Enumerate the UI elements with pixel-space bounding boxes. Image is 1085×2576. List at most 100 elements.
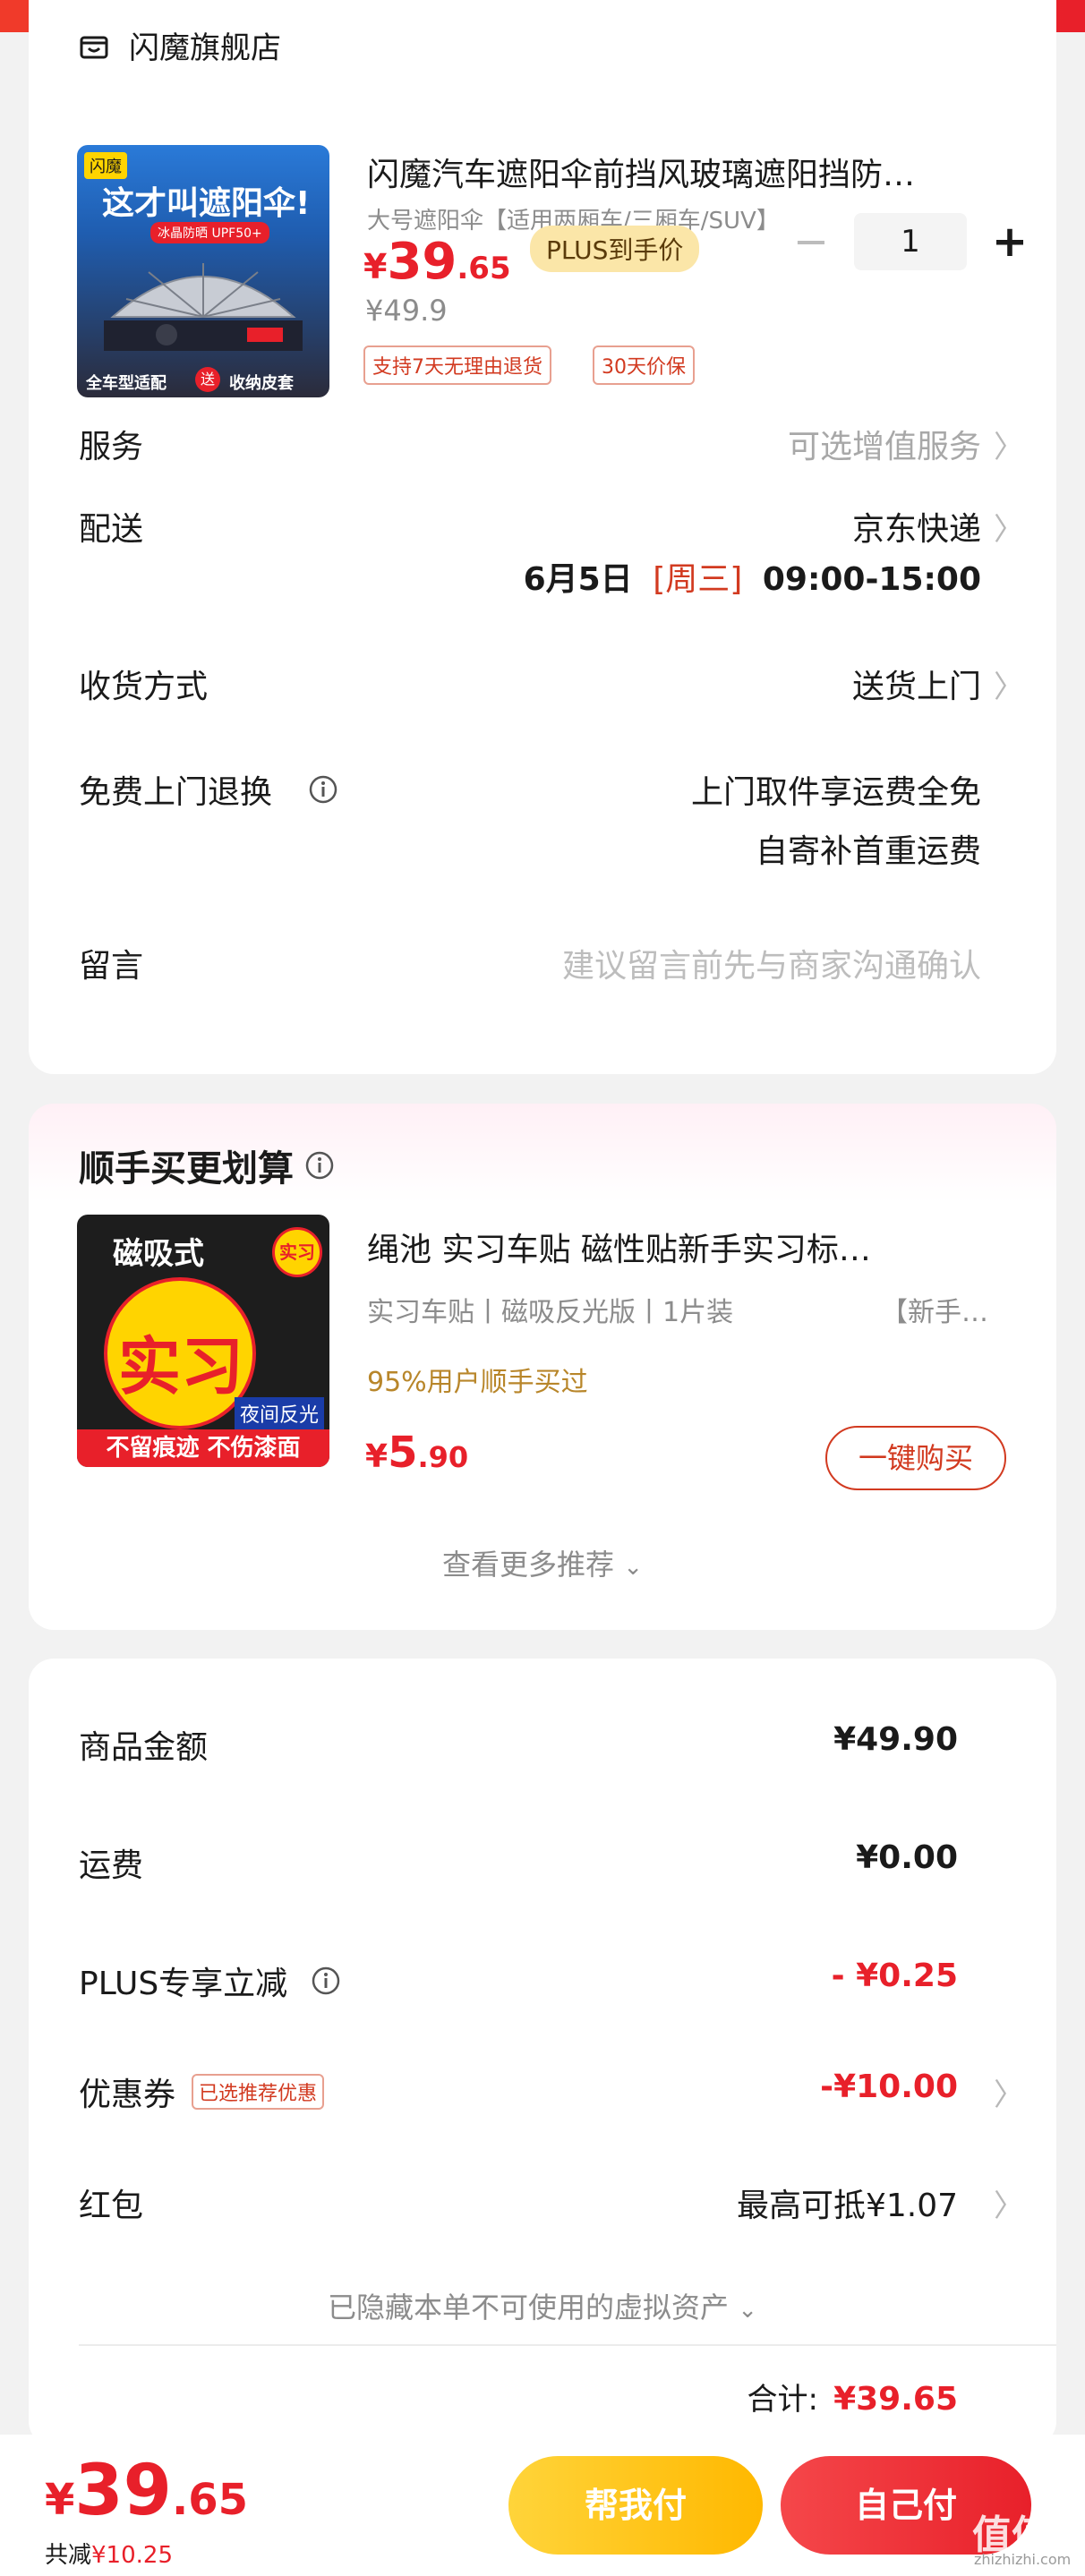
delivery-value[interactable]: 京东快递 xyxy=(852,503,981,550)
delivery-schedule[interactable]: 6月5日 [周三] 09:00-15:00 xyxy=(524,553,981,600)
addon-spec-2: 【新手… xyxy=(881,1297,988,1328)
addon-price: ¥5.90 xyxy=(365,1428,468,1478)
checkout-price-symbol: ¥ xyxy=(45,2475,75,2525)
coupon-value[interactable]: -¥10.00 xyxy=(820,2068,958,2105)
redpack-label-row: 红包 xyxy=(79,2179,143,2226)
plus-discount-label-row: PLUS专享立减 xyxy=(79,1958,341,2004)
hidden-assets-label: 已隐藏本单不可使用的虚拟资产 xyxy=(328,2290,730,2324)
watermark-url: zhizhizhi.com xyxy=(974,2551,1072,2568)
coupon-label: 优惠券 xyxy=(79,2077,176,2113)
plus-discount-value: - ¥0.25 xyxy=(831,1958,958,1994)
tag-price-protect: 30天价保 xyxy=(593,345,695,385)
info-icon[interactable] xyxy=(308,774,338,805)
delivery-date: 6月5日 xyxy=(523,561,633,598)
product-thumbnail[interactable]: 闪魔 这才叫遮阳伞! 冰晶防晒 UPF50+ 全车型适配 送 收纳皮套 xyxy=(77,145,329,397)
addon-price-symbol: ¥ xyxy=(365,1438,389,1475)
return-sub: 自寄补首重运费 xyxy=(755,833,981,870)
thumb-corner-badge: 实习 xyxy=(272,1227,322,1277)
goods-amount-value: ¥49.90 xyxy=(833,1721,958,1758)
return-label-row: 免费上门退换 xyxy=(79,766,338,813)
thumb-center-text: 实习 xyxy=(118,1330,243,1403)
thumb-center-sticker: 实习 xyxy=(104,1277,256,1429)
umbrella-illustration xyxy=(104,263,303,351)
summary-divider xyxy=(79,2344,1056,2346)
qty-value[interactable]: 1 xyxy=(854,213,967,270)
shipping-label: 运费 xyxy=(79,1847,144,1884)
message-input[interactable]: 建议留言前先与商家沟通确认 xyxy=(562,940,981,986)
checkout-price-dec: .65 xyxy=(171,2475,248,2525)
service-chevron-icon[interactable]: 〉 xyxy=(994,422,1024,466)
redpack-chevron-icon[interactable]: 〉 xyxy=(994,2181,1024,2225)
service-label: 服务 xyxy=(79,429,144,465)
coupon-chevron-icon[interactable]: 〉 xyxy=(994,2070,1024,2114)
receive-chevron-icon[interactable]: 〉 xyxy=(994,662,1024,706)
product-title[interactable]: 闪魔汽车遮阳伞前挡风玻璃遮阳挡防… xyxy=(367,149,1029,195)
total-row: 合计: ¥39.65 xyxy=(748,2375,958,2418)
order-card: 闪魔旗舰店 闪魔 这才叫遮阳伞! 冰晶防晒 UPF50+ 全车型适配 送 收纳皮… xyxy=(29,0,1056,1074)
checkout-bar: ¥39.65 共减¥10.25 帮我付 自己付 xyxy=(0,2435,1085,2576)
one-click-buy-button[interactable]: 一键购买 xyxy=(825,1426,1006,1490)
checkout-price: ¥39.65 xyxy=(45,2451,248,2531)
addon-section-title: 顺手买更划算 xyxy=(79,1139,335,1191)
tag-7day-return: 支持7天无理由退货 xyxy=(363,345,551,385)
hidden-assets-toggle[interactable]: 已隐藏本单不可使用的虚拟资产 ⌄ xyxy=(29,2285,1056,2326)
delivery-weekday: [周三] xyxy=(653,561,743,598)
addon-title: 顺手买更划算 xyxy=(79,1148,294,1190)
thumb-bottom-banner: 不留痕迹 不伤漆面 xyxy=(77,1429,329,1467)
original-price: ¥49.9 xyxy=(365,294,448,328)
price-int: 39 xyxy=(387,233,457,291)
thumb-bottom-right: 收纳皮套 xyxy=(229,374,294,393)
price-dec: .65 xyxy=(457,251,511,286)
qty-minus-button[interactable]: − xyxy=(784,215,838,269)
redpack-value[interactable]: 最高可抵¥1.07 xyxy=(737,2179,958,2226)
store-icon xyxy=(80,36,108,58)
thumb-gift-badge: 送 xyxy=(195,367,220,392)
price-symbol: ¥ xyxy=(363,247,388,286)
checkout-discount: 共减¥10.25 xyxy=(45,2537,173,2570)
info-icon[interactable] xyxy=(311,1966,341,1996)
discount-label: 共减 xyxy=(45,2542,92,2569)
qty-plus-button[interactable]: + xyxy=(983,215,1037,269)
receive-value[interactable]: 送货上门 xyxy=(852,661,981,707)
delivery-label: 配送 xyxy=(79,511,144,548)
receive-label: 收货方式 xyxy=(79,669,209,705)
message-label: 留言 xyxy=(79,948,144,985)
coupon-recommended-tag: 已选推荐优惠 xyxy=(192,2074,325,2110)
coupon-label-row[interactable]: 优惠券 已选推荐优惠 xyxy=(79,2068,325,2115)
goods-label: 商品金额 xyxy=(79,1729,209,1766)
addon-spec-1: 实习车贴丨磁吸反光版丨1片装 xyxy=(367,1297,734,1328)
shipping-value: ¥0.00 xyxy=(856,1839,958,1876)
see-more-label: 查看更多推荐 xyxy=(442,1548,615,1582)
goods-amount-label: 商品金额 xyxy=(79,1721,208,1768)
redpack-label: 红包 xyxy=(79,2188,144,2224)
return-value: 上门取件享运费全免 xyxy=(690,774,981,811)
thumb-night-label: 夜间反光 xyxy=(235,1397,325,1429)
quantity-stepper: − 1 + xyxy=(784,213,1037,270)
return-label: 免费上门退换 xyxy=(79,774,273,811)
thumb-sub: 冰晶防晒 UPF50+ xyxy=(150,222,269,243)
addon-price-dec: .90 xyxy=(417,1440,469,1474)
addon-price-int: 5 xyxy=(388,1428,418,1478)
thumb-top-label: 磁吸式 xyxy=(113,1236,204,1272)
product-price: ¥39.65 xyxy=(363,233,511,291)
shipping-label-row: 运费 xyxy=(79,1839,143,1886)
checkout-price-int: 39 xyxy=(74,2451,172,2531)
discount-value: ¥10.25 xyxy=(91,2542,173,2569)
thumb-bottom-left: 全车型适配 xyxy=(86,374,167,393)
see-more-recommend[interactable]: 查看更多推荐 ⌄ xyxy=(29,1542,1056,1583)
summary-card: 商品金额 ¥49.90 运费 ¥0.00 PLUS专享立减 - ¥0.25 优惠… xyxy=(29,1659,1056,2446)
chevron-down-icon: ⌄ xyxy=(623,1554,643,1581)
total-label: 合计: xyxy=(747,2382,818,2418)
pay-for-me-button[interactable]: 帮我付 xyxy=(508,2456,763,2555)
chevron-down-icon: ⌄ xyxy=(738,2297,757,2324)
addon-product-title[interactable]: 绳池 实习车贴 磁性贴新手实习标… xyxy=(367,1224,1029,1270)
store-name: 闪魔旗舰店 xyxy=(129,30,281,66)
store-header[interactable]: 闪魔旗舰店 xyxy=(79,23,281,67)
service-value[interactable]: 可选增值服务 xyxy=(788,421,981,467)
addon-social-proof: 95%用户顺手买过 xyxy=(367,1367,588,1398)
addon-thumbnail[interactable]: 磁吸式 实习 实习 夜间反光 不留痕迹 不伤漆面 xyxy=(77,1215,329,1467)
info-icon[interactable] xyxy=(304,1150,335,1181)
total-value: ¥39.65 xyxy=(833,2381,958,2418)
thumb-brand-badge: 闪魔 xyxy=(84,152,127,179)
delivery-chevron-icon[interactable]: 〉 xyxy=(994,505,1024,549)
